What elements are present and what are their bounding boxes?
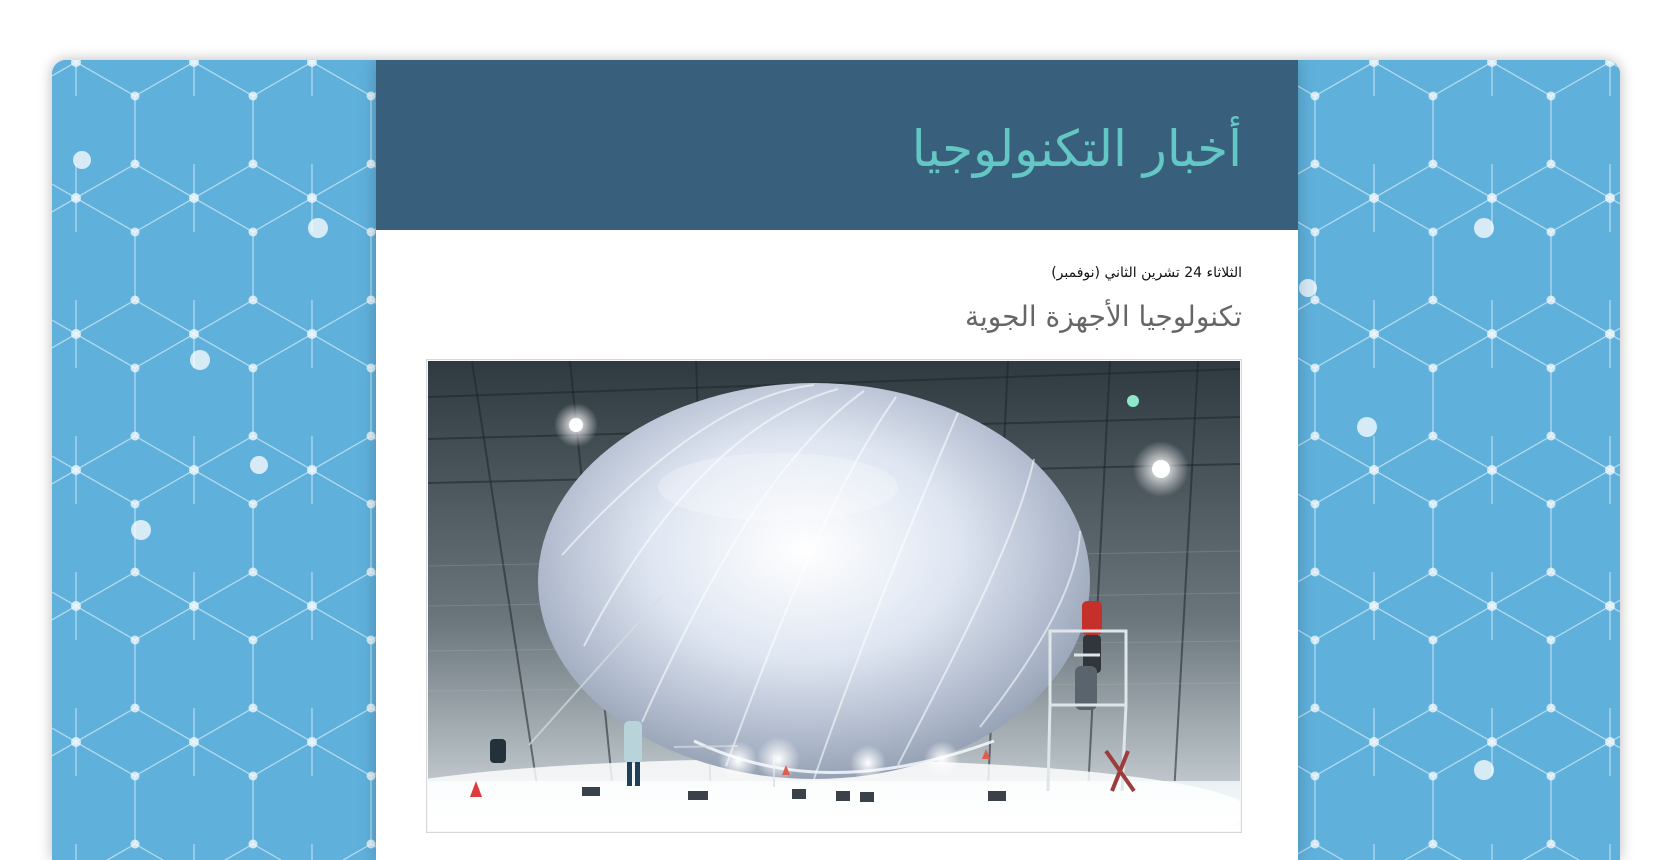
page-frame: أخبار التكنولوجيا الثلاثاء 24 تشرين الثا… xyxy=(52,60,1620,860)
site-title[interactable]: أخبار التكنولوجيا xyxy=(912,124,1242,174)
content-column: أخبار التكنولوجيا الثلاثاء 24 تشرين الثا… xyxy=(376,60,1298,860)
balloon-hangar-image xyxy=(428,361,1240,831)
post-image[interactable] xyxy=(426,359,1242,833)
site-header: أخبار التكنولوجيا xyxy=(376,60,1298,230)
post-title[interactable]: تكنولوجيا الأجهزة الجوية xyxy=(965,300,1242,333)
post-date: الثلاثاء 24 تشرين الثاني (نوفمبر) xyxy=(1051,265,1242,281)
